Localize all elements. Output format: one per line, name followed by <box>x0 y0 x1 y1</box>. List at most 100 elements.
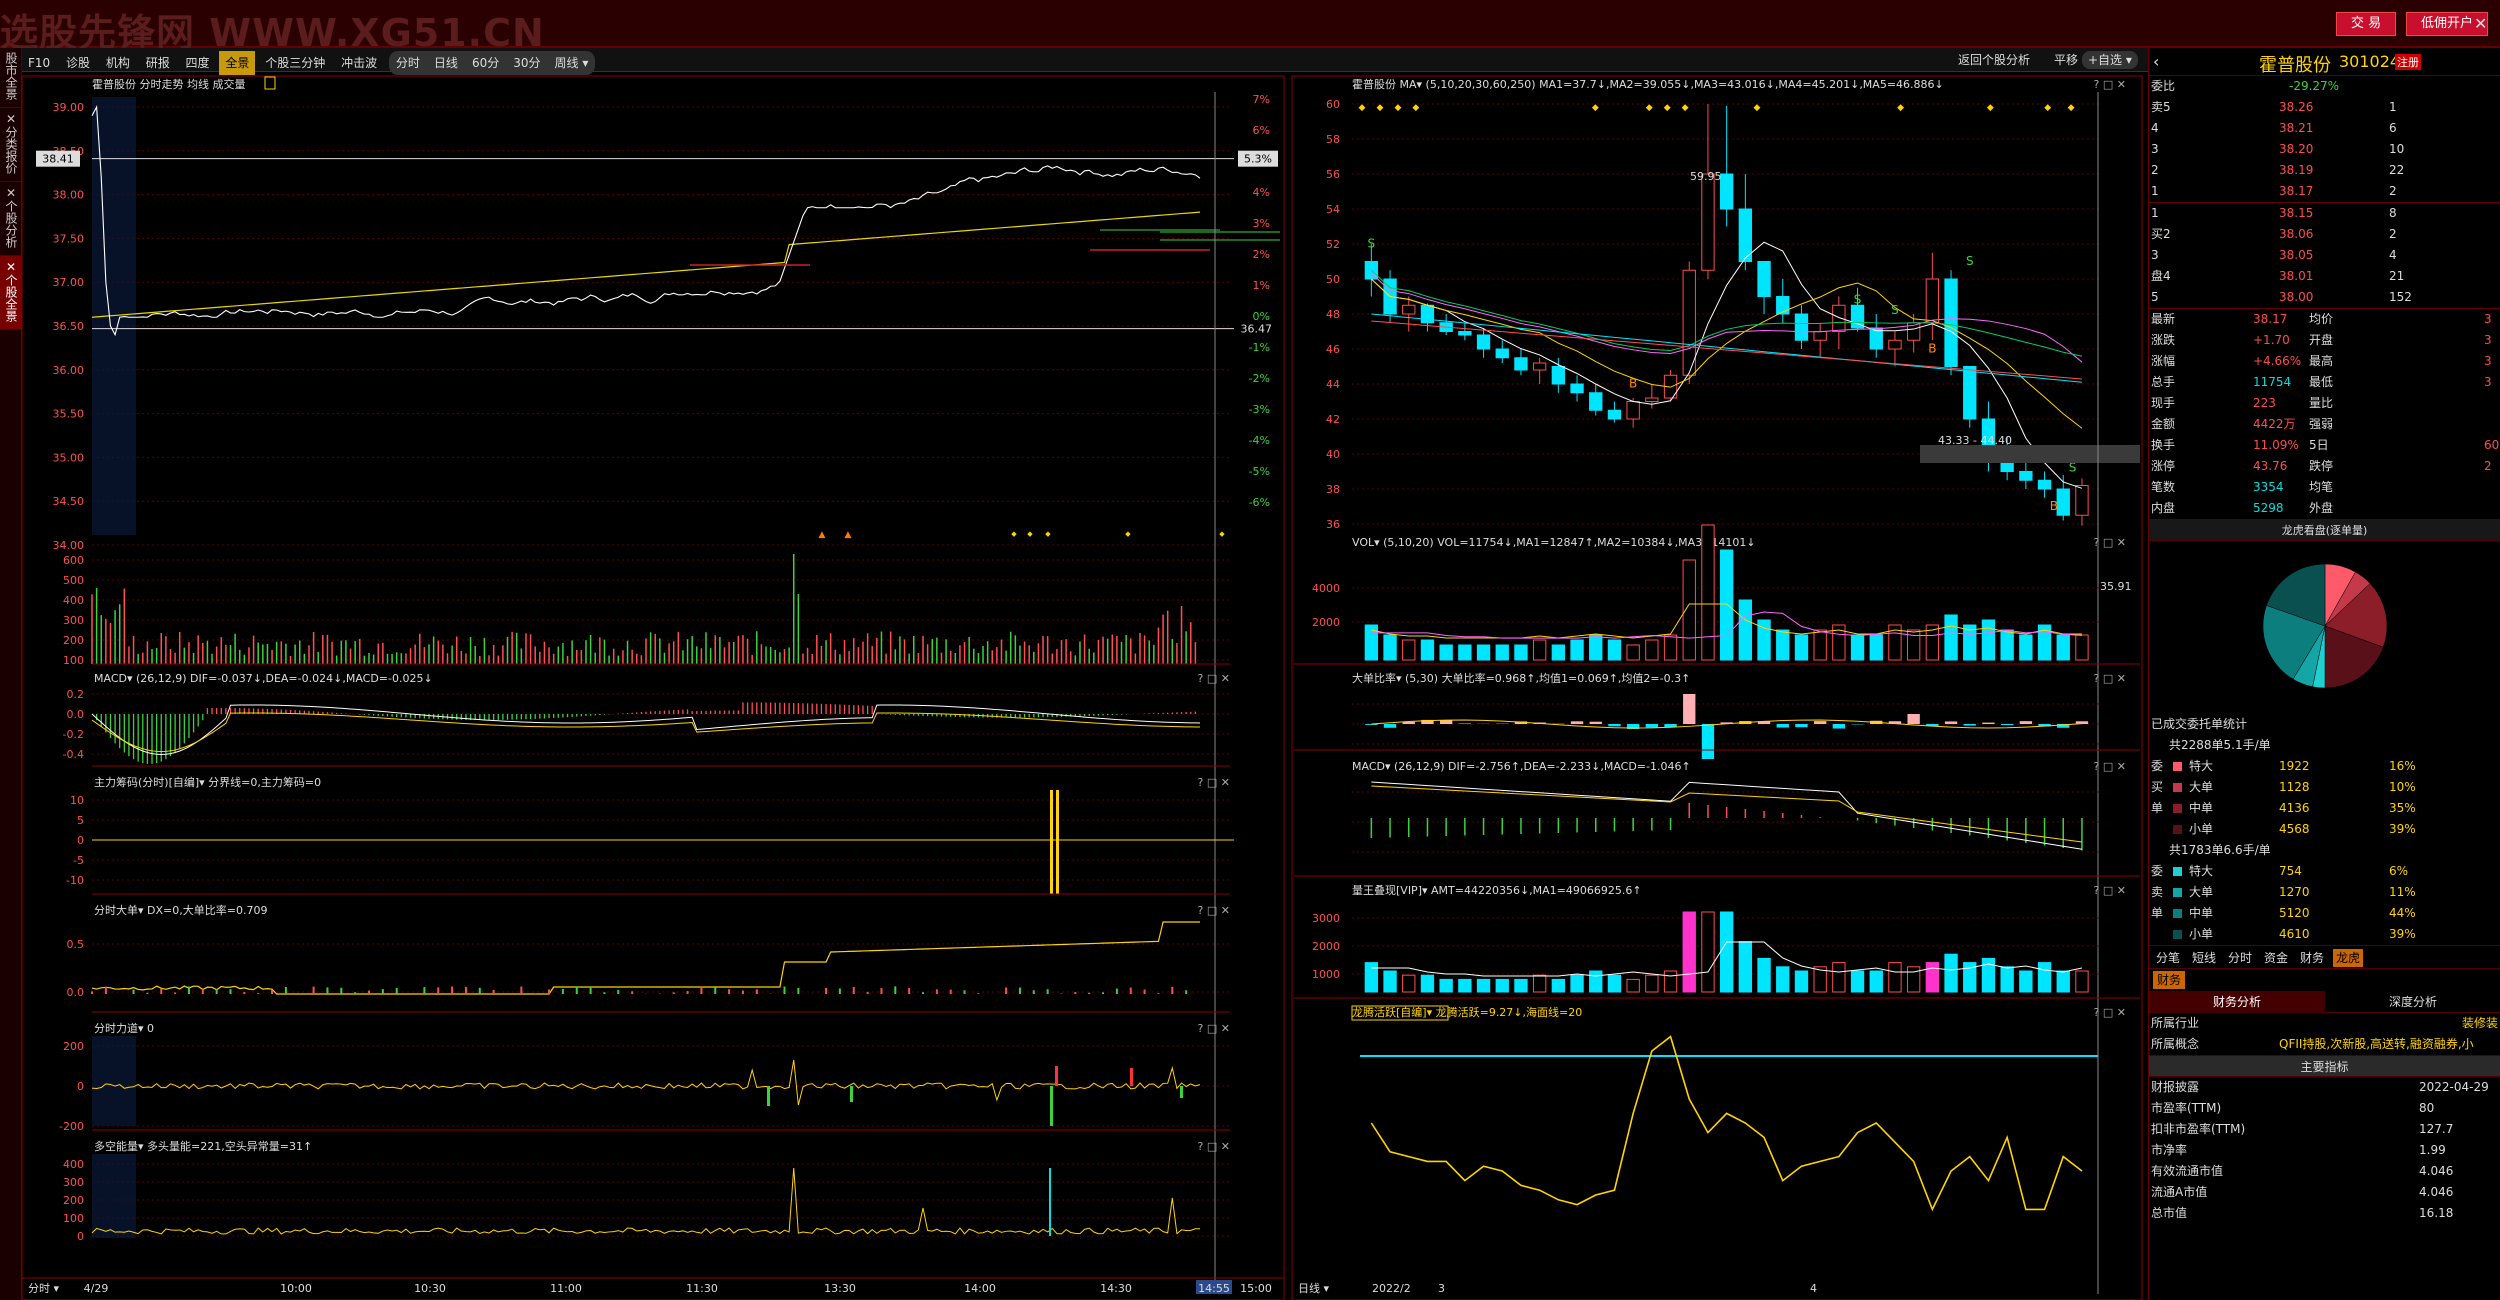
vol-tick: 200 <box>63 634 84 647</box>
price-tick: 36.00 <box>53 364 85 377</box>
order-row: 小单 4568 39% <box>2149 819 2500 840</box>
order-ratio-label: 委比 <box>2151 79 2176 93</box>
finance-analysis-tab[interactable]: 财务分析 <box>2149 991 2325 1013</box>
price-tick: 34.00 <box>53 539 85 552</box>
time-tick: 14:55 <box>1198 1282 1230 1295</box>
lw-bar <box>1645 974 1659 993</box>
order-volume: 5120 <box>2279 906 2310 920</box>
top-marker: ◆ <box>1987 103 1994 113</box>
candle-body <box>1925 278 1940 324</box>
order-row: 委 特大 754 6% <box>2149 861 2500 882</box>
ask-row: 1 38.17 2 <box>2149 181 2500 202</box>
right-price-tag: 36.47 <box>1241 323 1273 336</box>
time-tick: 13:30 <box>824 1282 856 1295</box>
period-daily[interactable]: 日线 <box>427 54 465 72</box>
lw-bar <box>1701 911 1715 993</box>
metric-value: 4.046 <box>2419 1185 2454 1199</box>
fsld-bar <box>850 1086 853 1102</box>
candle-body <box>1944 278 1958 367</box>
panel-tab-3[interactable]: 资金 <box>2261 949 2291 967</box>
panel-tab-0[interactable]: 分笔 <box>2153 949 2183 967</box>
candle-body <box>1888 339 1902 350</box>
bid-price: 38.01 <box>2279 269 2314 283</box>
volume-bar <box>1645 639 1659 661</box>
concept-value: QFII持股,次新股,高送转,融资融券,小 <box>2279 1037 2474 1051</box>
back-to-analysis-link[interactable]: 返回个股分析 <box>1952 48 2036 72</box>
marker: ◆ <box>1011 530 1017 538</box>
kline-tick: 56 <box>1326 168 1340 181</box>
finance-tab[interactable]: 财务 <box>2153 971 2186 989</box>
stock-name: 霍普股份 <box>2259 55 2331 76</box>
bid-price: 38.06 <box>2279 227 2314 241</box>
pie-title: 龙虎看盘(逐单量) <box>2149 519 2500 541</box>
signal-marker: S <box>1368 237 1376 251</box>
period-60min[interactable]: 60分 <box>465 54 506 72</box>
ddbl-bar <box>2000 724 2014 726</box>
panel-tab-2[interactable]: 分时 <box>2225 949 2255 967</box>
price-tick: 38.00 <box>53 189 85 202</box>
sell-summary: 共1783单6.6手/单 <box>2149 840 2500 861</box>
back-icon[interactable]: ‹ <box>2153 52 2159 71</box>
zlcm-tick: -5 <box>73 854 84 867</box>
panel-controls: ? □ ✕ <box>1198 672 1230 685</box>
panel-tab-4[interactable]: 财务 <box>2297 949 2327 967</box>
top-marker: ◆ <box>1664 103 1671 113</box>
buy-summary: 共2288单5.1手/单 <box>2149 735 2500 756</box>
lw-bar <box>2000 966 2014 993</box>
period-intraday[interactable]: 分时 <box>389 54 427 72</box>
close-icon[interactable]: ✕ <box>2474 14 2487 33</box>
candle-body <box>2075 485 2089 516</box>
stat-value: 43.76 <box>2253 459 2288 473</box>
bid-volume: 152 <box>2389 290 2412 304</box>
lw-bar <box>1476 978 1491 993</box>
stat-value: +1.70 <box>2253 333 2290 347</box>
ddbl-bar <box>1832 724 1846 729</box>
stat-value: 38.17 <box>2253 312 2288 326</box>
stat-label: 最新 <box>2151 312 2176 326</box>
panel-tab-5[interactable]: 龙虎 <box>2333 949 2364 967</box>
self-select-dropdown[interactable]: +自选 ▾ <box>2082 51 2138 69</box>
stat-value: 3354 <box>2253 480 2284 494</box>
stat-label: 开盘 <box>2309 333 2334 347</box>
lw-bar <box>1944 953 1958 993</box>
time-tick: 15:00 <box>1240 1282 1272 1295</box>
order-type: 特大 <box>2189 759 2214 773</box>
lw-bar <box>1682 911 1696 993</box>
order-type: 中单 <box>2189 801 2214 815</box>
period-weekly[interactable]: 周线 ▾ <box>548 54 596 72</box>
panel-tab-1[interactable]: 短线 <box>2189 949 2219 967</box>
volume-bar <box>1402 639 1416 661</box>
zlcm-tick: 10 <box>70 794 84 807</box>
ask-price: 38.26 <box>2279 100 2314 114</box>
range-label: 43.33 - 44.40 <box>1938 434 2012 447</box>
period-30min[interactable]: 30分 <box>506 54 547 72</box>
volume-bar <box>1738 599 1753 661</box>
lw-bar <box>1495 978 1509 993</box>
dkn-tick: 400 <box>63 1158 84 1171</box>
metric-value: 80 <box>2419 1101 2435 1115</box>
volume-bar <box>1626 644 1640 661</box>
metric-value: 1.99 <box>2419 1143 2446 1157</box>
price-tick: 39.00 <box>53 101 85 114</box>
trade-button[interactable]: 交 易 <box>2336 12 2397 36</box>
pct-tick: 0% <box>1253 310 1270 323</box>
time-tick: 10:30 <box>414 1282 446 1295</box>
metric-label: 有效流通市值 <box>2151 1164 2224 1178</box>
candle-body <box>1495 348 1509 359</box>
deep-analysis-tab[interactable]: 深度分析 <box>2325 991 2500 1013</box>
lw-bar <box>1383 970 1397 993</box>
kline-tick: 50 <box>1326 273 1340 286</box>
candle-body <box>1701 173 1715 271</box>
order-type: 小单 <box>2189 822 2214 836</box>
metric-value: 127.7 <box>2419 1122 2454 1136</box>
metric-row: 市净率 1.99 <box>2149 1140 2500 1161</box>
order-pct: 35% <box>2389 801 2416 815</box>
macd-tick: -0.4 <box>63 748 84 761</box>
stat-label: 内盘 <box>2151 501 2176 515</box>
order-type: 中单 <box>2189 906 2214 920</box>
date-axis-button: 日线 ▾ <box>1298 1281 1329 1295</box>
order-row: 单 中单 5120 44% <box>2149 903 2500 924</box>
lw-bar <box>1364 962 1379 993</box>
flat-button[interactable]: 平移 <box>2048 48 2084 72</box>
volume-bar <box>1458 644 1472 661</box>
